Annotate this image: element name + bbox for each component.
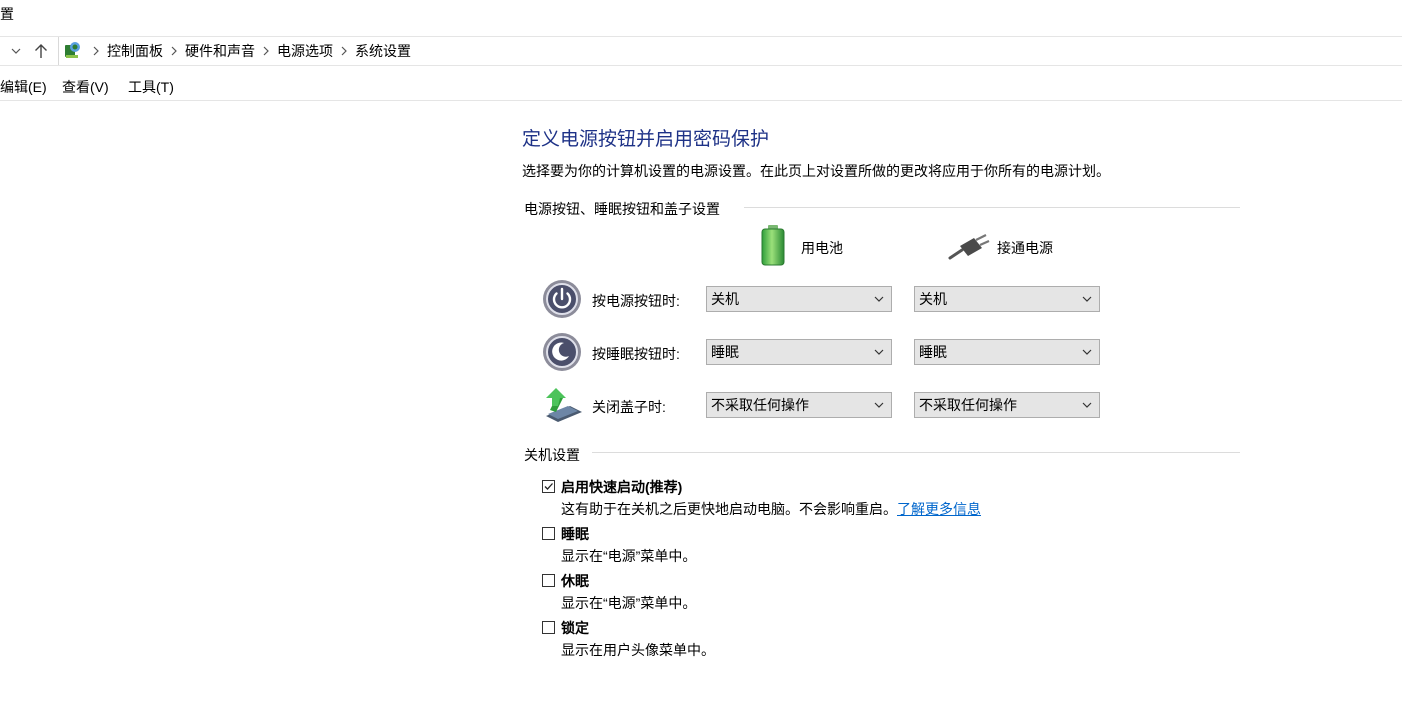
breadcrumb-separator-icon (333, 37, 355, 65)
chevron-down-icon (11, 48, 21, 54)
sleep-option-title[interactable]: 睡眠 (561, 524, 589, 544)
breadcrumb-separator-icon (255, 37, 277, 65)
buttons-group-label: 电源按钮、睡眠按钮和盖子设置 (524, 201, 720, 217)
window-title: 置 (0, 6, 14, 22)
lid-close-plugged-select[interactable]: 不采取任何操作 (914, 392, 1100, 418)
breadcrumb-hardware-sound[interactable]: 硬件和声音 (185, 41, 255, 61)
fast-startup-desc-text: 这有助于在关机之后更快地启动电脑。不会影响重启。 (561, 501, 897, 517)
menu-bar: 编辑(E) 查看(V) 工具(T) (0, 74, 1402, 101)
recent-locations-button[interactable] (5, 39, 27, 63)
shutdown-group-label: 关机设置 (524, 447, 580, 463)
select-value: 关机 (711, 291, 739, 307)
select-value: 关机 (919, 291, 947, 307)
sleep-button-icon (542, 332, 582, 375)
power-button-plugged-select[interactable]: 关机 (914, 286, 1100, 312)
lid-close-label: 关闭盖子时: (592, 399, 666, 415)
breadcrumb-control-panel[interactable]: 控制面板 (107, 41, 163, 61)
chevron-down-icon (1082, 402, 1092, 408)
chevron-down-icon (1082, 296, 1092, 302)
sleep-button-label: 按睡眠按钮时: (592, 346, 680, 362)
page-description: 选择要为你的计算机设置的电源设置。在此页上对设置所做的更改将应用于你所有的电源计… (522, 163, 1110, 179)
chevron-down-icon (874, 349, 884, 355)
breadcrumb-system-settings[interactable]: 系统设置 (355, 41, 411, 61)
fast-startup-description: 这有助于在关机之后更快地启动电脑。不会影响重启。了解更多信息 (561, 499, 981, 519)
battery-icon (759, 224, 787, 269)
group-divider (592, 452, 1240, 453)
address-bar: 控制面板 硬件和声音 电源选项 系统设置 (0, 36, 1402, 66)
breadcrumb-separator-icon (85, 37, 107, 65)
menu-tools[interactable]: 工具(T) (128, 77, 174, 97)
sleep-button-plugged-select[interactable]: 睡眠 (914, 339, 1100, 365)
control-panel-icon (59, 37, 85, 65)
lid-close-battery-select[interactable]: 不采取任何操作 (706, 392, 892, 418)
menu-edit[interactable]: 编辑(E) (0, 77, 47, 97)
power-plug-icon (948, 234, 990, 263)
select-value: 不采取任何操作 (919, 397, 1017, 413)
power-button-battery-select[interactable]: 关机 (706, 286, 892, 312)
breadcrumb-power-options[interactable]: 电源选项 (277, 41, 333, 61)
fast-startup-title[interactable]: 启用快速启动(推荐) (561, 477, 682, 497)
arrow-up-icon (35, 44, 47, 58)
checkmark-icon (544, 483, 553, 490)
fast-startup-checkbox[interactable] (542, 480, 555, 493)
learn-more-link[interactable]: 了解更多信息 (897, 501, 981, 517)
hibernate-option-title[interactable]: 休眠 (561, 571, 589, 591)
power-button-icon (542, 279, 582, 322)
hibernate-option-description: 显示在“电源”菜单中。 (561, 595, 697, 611)
lock-checkbox[interactable] (542, 621, 555, 634)
menu-view[interactable]: 查看(V) (62, 77, 109, 97)
sleep-checkbox[interactable] (542, 527, 555, 540)
chevron-down-icon (874, 402, 884, 408)
select-value: 不采取任何操作 (711, 397, 809, 413)
plugged-in-column-header: 接通电源 (997, 240, 1053, 256)
chevron-down-icon (874, 296, 884, 302)
sleep-option-description: 显示在“电源”菜单中。 (561, 548, 697, 564)
address-box[interactable]: 控制面板 硬件和声音 电源选项 系统设置 (58, 37, 1402, 65)
select-value: 睡眠 (919, 344, 947, 360)
page-title: 定义电源按钮并启用密码保护 (522, 129, 770, 150)
lock-option-description: 显示在用户头像菜单中。 (561, 642, 715, 658)
hibernate-checkbox[interactable] (542, 574, 555, 587)
sleep-button-battery-select[interactable]: 睡眠 (706, 339, 892, 365)
group-divider (744, 207, 1240, 208)
breadcrumb-separator-icon (163, 37, 185, 65)
select-value: 睡眠 (711, 344, 739, 360)
laptop-lid-icon (540, 386, 584, 425)
chevron-down-icon (1082, 349, 1092, 355)
battery-column-header: 用电池 (801, 240, 843, 256)
power-button-label: 按电源按钮时: (592, 293, 680, 309)
up-button[interactable] (30, 39, 52, 63)
lock-option-title[interactable]: 锁定 (561, 618, 589, 638)
